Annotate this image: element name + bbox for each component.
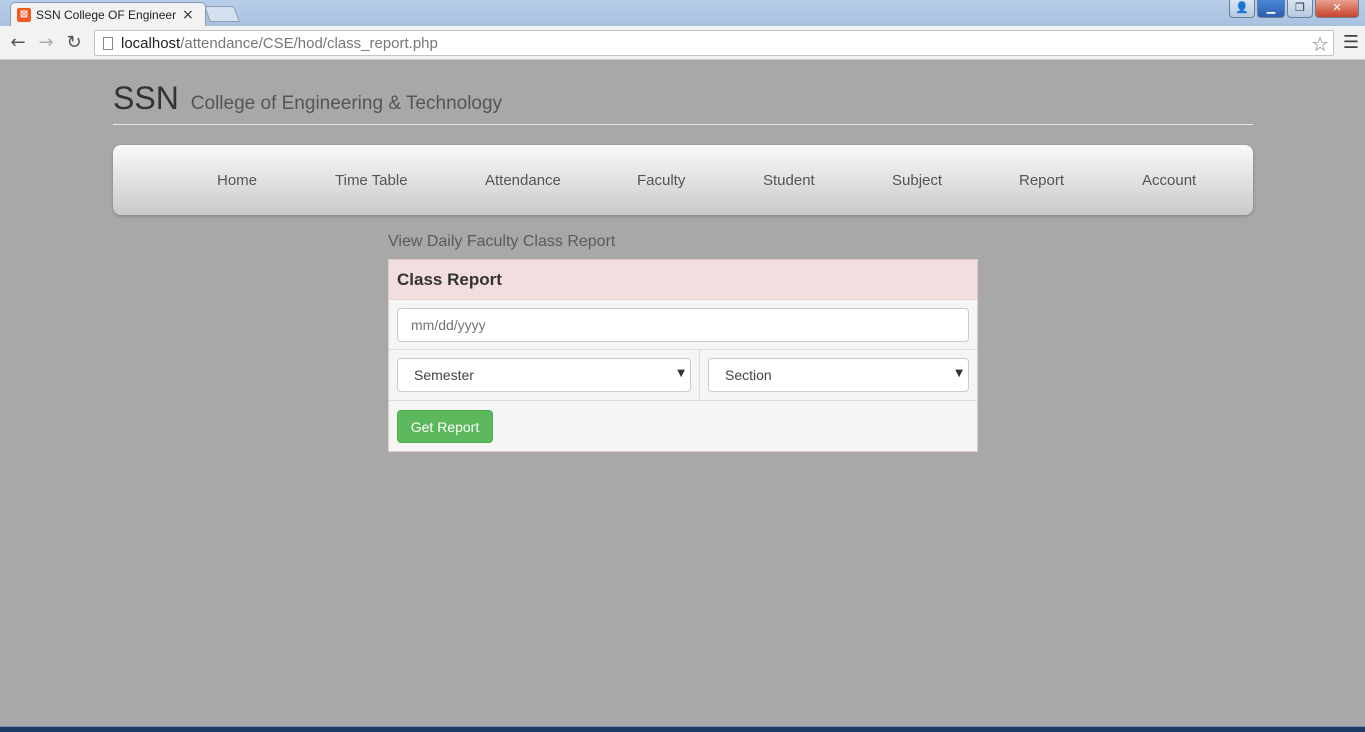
date-row	[389, 300, 977, 350]
nav-student[interactable]: Student	[763, 172, 815, 189]
get-report-button[interactable]: Get Report	[397, 410, 493, 443]
date-input[interactable]	[397, 308, 969, 342]
reload-icon[interactable]: ↻	[60, 32, 88, 53]
chevron-down-icon: ▼	[955, 368, 963, 379]
chevron-down-icon: ▼	[677, 368, 685, 379]
user-profile-icon[interactable]: 👤	[1229, 0, 1255, 18]
class-report-panel: Class Report Semester ▼ Section ▼ Get Re…	[388, 259, 978, 452]
close-window-button[interactable]: ✕	[1315, 0, 1359, 18]
semester-select[interactable]: Semester ▼	[397, 358, 691, 392]
window-controls: 👤 ▁ ❐ ✕	[1229, 0, 1359, 18]
select-row: Semester ▼ Section ▼	[389, 350, 977, 401]
browser-titlebar: ⊠ SSN College OF Engineeri × 👤 ▁ ❐ ✕	[0, 0, 1365, 26]
page-icon	[103, 36, 113, 50]
restore-button[interactable]: ❐	[1287, 0, 1313, 18]
menu-hamburger-icon[interactable]: ☰	[1343, 32, 1359, 53]
semester-cell: Semester ▼	[389, 350, 700, 400]
brand-subtitle: College of Engineering & Technology	[190, 93, 503, 114]
nav-report[interactable]: Report	[1019, 172, 1064, 189]
section-cell: Section ▼	[700, 350, 977, 400]
minimize-button[interactable]: ▁	[1257, 0, 1285, 18]
semester-select-value: Semester	[414, 367, 474, 383]
forward-arrow-icon[interactable]: →	[32, 32, 60, 53]
browser-tab-active[interactable]: ⊠ SSN College OF Engineeri ×	[10, 2, 206, 26]
url-host: localhost	[121, 34, 181, 52]
page-title: View Daily Faculty Class Report	[388, 233, 616, 250]
os-taskbar	[0, 726, 1365, 732]
nav-home[interactable]: Home	[217, 172, 257, 189]
new-tab-button[interactable]	[204, 6, 240, 22]
panel-title: Class Report	[389, 260, 977, 300]
nav-subject[interactable]: Subject	[892, 172, 942, 189]
nav-attendance[interactable]: Attendance	[485, 172, 561, 189]
tab-title: SSN College OF Engineeri	[36, 7, 176, 22]
bookmark-star-icon[interactable]: ☆	[1311, 32, 1329, 56]
site-brand: SSN College of Engineering & Technology	[113, 80, 502, 117]
tab-close-icon[interactable]: ×	[182, 7, 194, 23]
nav-timetable[interactable]: Time Table	[335, 172, 408, 189]
button-row: Get Report	[389, 401, 977, 452]
main-navbar: Home Time Table Attendance Faculty Stude…	[113, 145, 1253, 215]
nav-account[interactable]: Account	[1142, 172, 1196, 189]
section-select-value: Section	[725, 367, 772, 383]
back-arrow-icon[interactable]: ←	[4, 32, 32, 53]
browser-toolbar: ← → ↻ localhost/attendance/CSE/hod/class…	[0, 26, 1365, 60]
url-path: /attendance/CSE/hod/class_report.php	[180, 34, 438, 52]
xampp-favicon-icon: ⊠	[17, 7, 31, 22]
section-select[interactable]: Section ▼	[708, 358, 969, 392]
address-bar[interactable]: localhost/attendance/CSE/hod/class_repor…	[94, 30, 1334, 56]
nav-faculty[interactable]: Faculty	[637, 172, 685, 189]
brand-title: SSN	[113, 80, 179, 116]
header-divider	[113, 124, 1253, 125]
